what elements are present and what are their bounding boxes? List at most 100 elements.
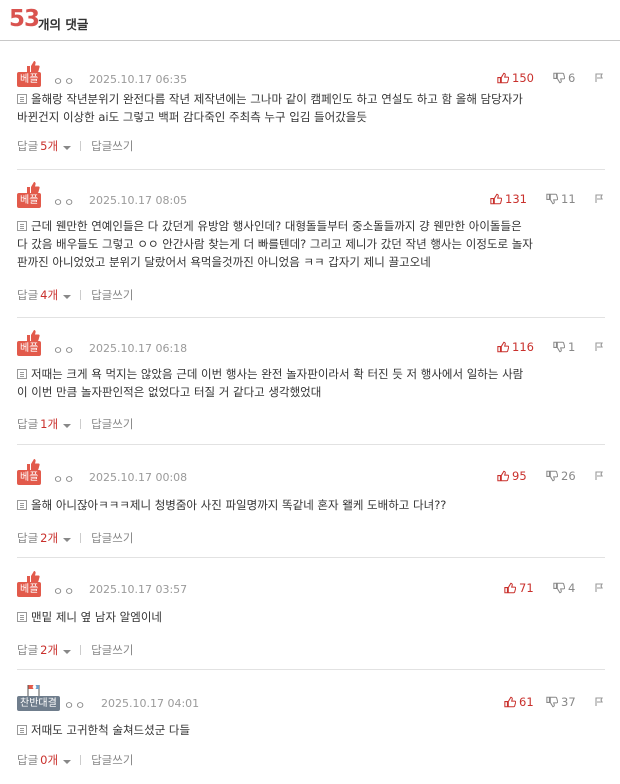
thumb-up-icon	[497, 341, 509, 353]
comment-date: 2025.10.17 06:18	[89, 342, 188, 355]
best-badge: 베플	[17, 329, 49, 357]
reply-count: 4개	[40, 288, 59, 302]
thumb-down-icon	[553, 72, 565, 84]
comment-item: 베플 ㅇㅇ 2025.10.17 00:08 95 26 올해 아니잖아ㅋㅋㅋ제…	[17, 458, 605, 558]
divider	[80, 141, 82, 151]
best-badge: 베플	[17, 458, 49, 486]
write-reply-link[interactable]: 답글쓰기	[91, 416, 133, 432]
like-button[interactable]: 116	[497, 340, 534, 354]
comment-body: 맨밑 제니 옆 남자 알엠이네	[17, 608, 605, 626]
thumb-down-icon	[546, 193, 558, 205]
reply-toggle[interactable]: 답글 5개	[17, 138, 72, 154]
versus-badge-label: 찬반대결	[17, 696, 60, 711]
like-count: 71	[519, 581, 534, 595]
thumb-down-icon	[553, 341, 565, 353]
like-button[interactable]: 150	[497, 71, 534, 85]
reply-count: 2개	[40, 643, 59, 657]
document-icon	[17, 725, 27, 735]
dislike-button[interactable]: 26	[546, 469, 576, 483]
divider	[80, 755, 82, 765]
reply-count: 5개	[40, 139, 59, 153]
comment-date: 2025.10.17 04:01	[101, 697, 200, 710]
comment-author[interactable]: ㅇㅇ	[53, 342, 75, 358]
dislike-count: 11	[561, 192, 576, 206]
like-count: 61	[519, 695, 534, 709]
comment-date: 2025.10.17 00:08	[89, 471, 188, 484]
comment-body: 근데 웬만한 연예인들은 다 갔던게 유방암 행사인데? 대형돌들부터 중소돌들…	[17, 219, 533, 269]
document-icon	[17, 612, 27, 622]
like-count: 116	[512, 340, 534, 354]
comment-body: 저때는 크게 욕 먹지는 않았음 근데 이번 행사는 완전 놀자판이라서 확 터…	[17, 367, 524, 399]
divider	[80, 290, 82, 300]
like-button[interactable]: 61	[504, 695, 534, 709]
dislike-count: 26	[561, 469, 576, 483]
caret-down-icon	[63, 538, 72, 542]
thumb-down-icon	[553, 582, 565, 594]
reply-count: 2개	[40, 531, 59, 545]
dislike-button[interactable]: 11	[546, 192, 576, 206]
comment-date: 2025.10.17 08:05	[89, 194, 188, 207]
comment-body: 저때도 고귀한척 술쳐드셨군 다들	[17, 721, 605, 739]
report-icon[interactable]	[594, 582, 605, 593]
write-reply-link[interactable]: 답글쓰기	[91, 287, 133, 303]
comment-item: 베플 ㅇㅇ 2025.10.17 03:57 71 4 맨밑 제니 옆 남자 알…	[17, 570, 605, 670]
comment-item: 베플 ㅇㅇ 2025.10.17 06:18 116 1 저때는 크게 욕 먹지…	[17, 329, 605, 445]
document-icon	[17, 500, 27, 510]
comment-date: 2025.10.17 03:57	[89, 583, 188, 596]
reply-count: 1개	[40, 417, 59, 431]
report-icon[interactable]	[594, 341, 605, 352]
thumb-up-icon	[497, 470, 509, 482]
like-button[interactable]: 131	[490, 192, 527, 206]
best-badge: 베플	[17, 570, 49, 598]
comment-body: 올해랑 작년분위기 완전다름 작년 제작년에는 그나마 같이 캠페인도 하고 연…	[17, 92, 523, 124]
comment-item: 베플 ㅇㅇ 2025.10.17 08:05 131 11 근데 웬만한 연예인…	[17, 181, 605, 318]
comments-header: 53 개의 댓글	[0, 0, 620, 41]
write-reply-link[interactable]: 답글쓰기	[91, 752, 133, 768]
comment-author[interactable]: ㅇㅇ	[53, 194, 75, 210]
best-badge-label: 베플	[17, 470, 42, 485]
caret-down-icon	[63, 146, 72, 150]
best-badge-label: 베플	[17, 193, 42, 208]
document-icon	[17, 369, 27, 379]
comment-author[interactable]: ㅇㅇ	[53, 73, 75, 89]
comment-author[interactable]: ㅇㅇ	[64, 697, 86, 713]
dislike-button[interactable]: 6	[553, 71, 575, 85]
report-icon[interactable]	[594, 696, 605, 707]
comment-count-label: 개의 댓글	[38, 17, 89, 32]
write-reply-link[interactable]: 답글쓰기	[91, 530, 133, 546]
dislike-count: 37	[561, 695, 576, 709]
thumb-up-icon	[497, 72, 509, 84]
caret-down-icon	[63, 650, 72, 654]
thumb-down-icon	[546, 470, 558, 482]
reply-toggle[interactable]: 답글 4개	[17, 287, 72, 303]
comment-author[interactable]: ㅇㅇ	[53, 471, 75, 487]
like-button[interactable]: 71	[504, 581, 534, 595]
like-button[interactable]: 95	[497, 469, 527, 483]
reply-count: 0개	[40, 753, 59, 767]
best-badge: 베플	[17, 60, 49, 88]
write-reply-link[interactable]: 답글쓰기	[91, 138, 133, 154]
dislike-button[interactable]: 4	[553, 581, 575, 595]
comment-item: 찬반대결 ㅇㅇ 2025.10.17 04:01 61 37 저때도 고귀한척 …	[17, 684, 605, 784]
comment-actions: 답글 2개 답글쓰기	[17, 642, 133, 658]
comment-author[interactable]: ㅇㅇ	[53, 583, 75, 599]
dislike-count: 6	[568, 71, 576, 85]
comment-item: 베플 ㅇㅇ 2025.10.17 06:35 150 6 올해랑 작년분위기 완…	[17, 60, 605, 170]
comment-count: 53	[9, 6, 40, 32]
reply-toggle[interactable]: 답글 2개	[17, 642, 72, 658]
reply-toggle[interactable]: 답글 2개	[17, 530, 72, 546]
dislike-button[interactable]: 37	[546, 695, 576, 709]
best-badge-label: 베플	[17, 341, 42, 356]
reply-toggle[interactable]: 답글 0개	[17, 752, 72, 768]
report-icon[interactable]	[594, 193, 605, 204]
write-reply-link[interactable]: 답글쓰기	[91, 642, 133, 658]
report-icon[interactable]	[594, 72, 605, 83]
reply-toggle[interactable]: 답글 1개	[17, 416, 72, 432]
report-icon[interactable]	[594, 470, 605, 481]
thumb-up-icon	[504, 582, 516, 594]
like-count: 95	[512, 469, 527, 483]
divider	[80, 533, 82, 543]
dislike-button[interactable]: 1	[553, 340, 575, 354]
comment-actions: 답글 0개 답글쓰기	[17, 752, 133, 768]
comment-actions: 답글 2개 답글쓰기	[17, 530, 133, 546]
